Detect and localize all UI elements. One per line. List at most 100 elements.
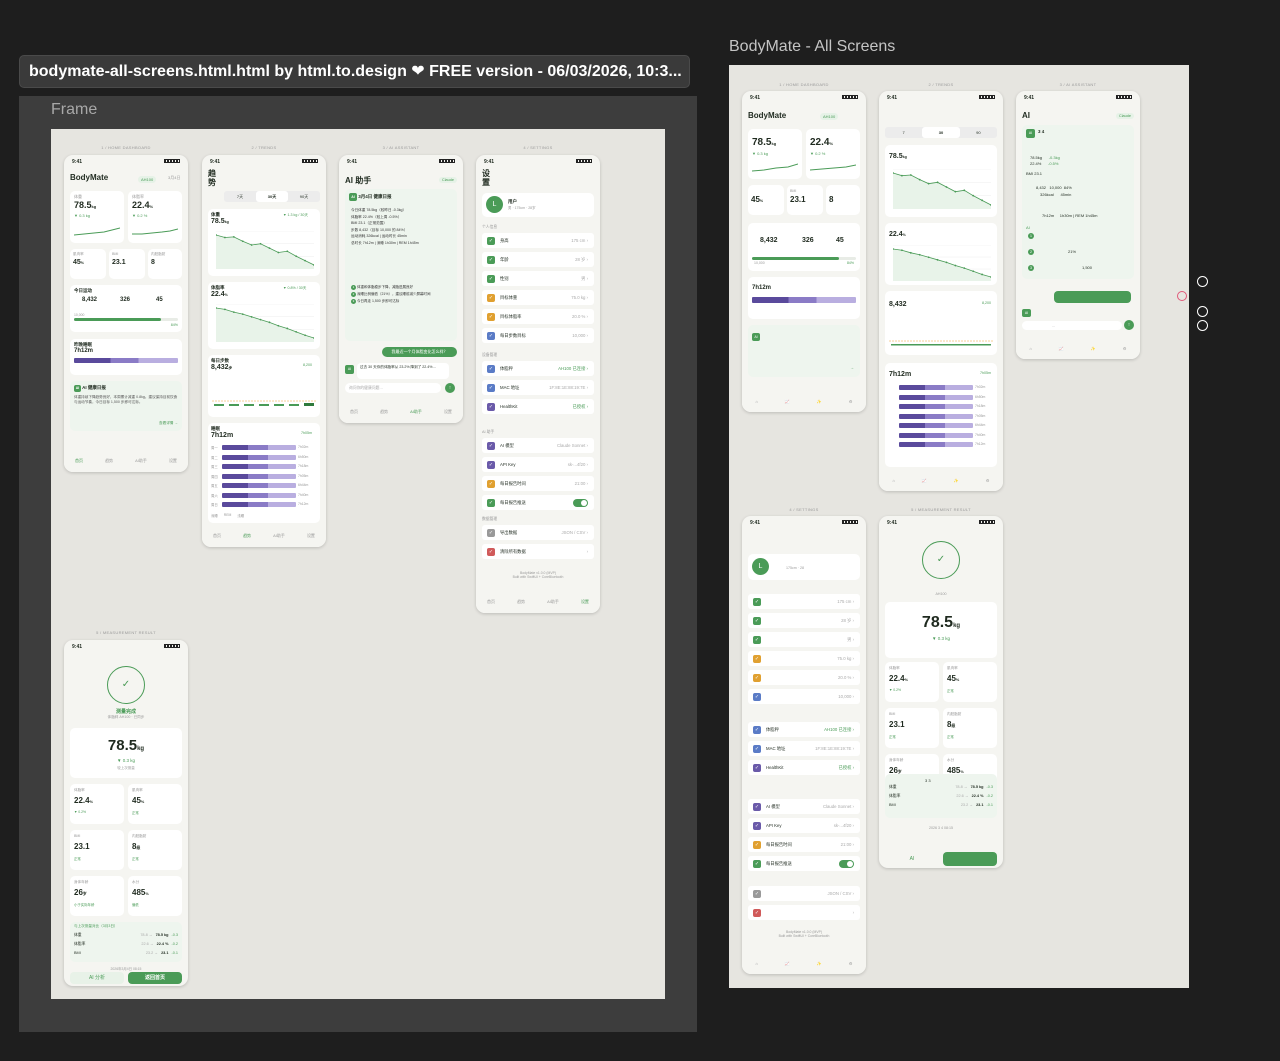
sleep-row-duration: 7h40m — [975, 432, 986, 437]
settings-row[interactable]: ✓ 28 岁 › — [748, 613, 860, 628]
device-badge[interactable]: AH100 — [138, 176, 157, 183]
artboard-phone-settings: 9:41 L 175cm · 28 ✓ 175 cm › ✓ 28 岁 › ✓ 男 › ✓ 75… — [742, 516, 866, 974]
tab-home[interactable]: 首页 — [75, 458, 83, 464]
settings-row[interactable]: ✓ JSON / CSV › — [748, 886, 860, 901]
settings-row[interactable]: ✓ 10,000 › — [748, 689, 860, 704]
settings-row[interactable]: ✓ 体脂秤 AH100 已连接 › — [482, 361, 594, 376]
setting-icon: ✓ — [753, 763, 761, 772]
settings-row[interactable]: ✓ HealthKit 已授权 › — [748, 760, 860, 775]
report-push-toggle[interactable] — [839, 859, 854, 868]
steps-trend-card[interactable]: 每日步数 8,432步 8,200 — [208, 355, 320, 417]
settings-row[interactable]: ✓ API Key sk-...4f20 › — [482, 457, 594, 472]
rotate-icon[interactable] — [1177, 291, 1187, 301]
setting-value: 175 cm › — [837, 599, 854, 604]
muscle-card[interactable]: 肌肉率 45% — [70, 249, 106, 279]
send-icon[interactable]: ↑ — [445, 383, 455, 393]
settings-row[interactable]: ✓ HealthKit 已授权 › — [482, 399, 594, 414]
range-30[interactable]: 30天 — [256, 191, 288, 202]
settings-row[interactable]: ✓ AI 模型 Claude Sonnet › — [482, 438, 594, 453]
ai-avatar-icon: AI — [345, 365, 354, 374]
ai-analysis-button[interactable]: AI 分析 — [70, 972, 124, 984]
fat-trend-card[interactable]: 体脂率 22.4% ▼ 0.8% / 30天 — [208, 282, 320, 349]
profile-card[interactable]: L 用户 男 · 175cm · 28岁 — [482, 193, 594, 217]
ai-report-link[interactable]: 查看详情 → — [159, 421, 178, 426]
settings-row[interactable]: ✓ 每日报告时间 21:00 › — [482, 476, 594, 491]
steps-value: 8,432 — [82, 297, 98, 303]
sleep-card[interactable]: 昨晚睡眠 7h12m — [70, 339, 182, 375]
handle-icon[interactable] — [1197, 306, 1208, 317]
settings-row[interactable]: ✓ MAC 地址 1F:8E:1E:88:19:7E › — [482, 380, 594, 395]
settings-row[interactable]: ✓ 每日步数目标 10,000 › — [482, 328, 594, 343]
frame-canvas[interactable]: 1 / HOME DASHBOARD 9:41 BodyMate AH100 3… — [51, 129, 665, 999]
sleep-row-bar — [222, 483, 296, 488]
settings-row[interactable]: ✓ MAC 地址 1F:8E:1E:88:19:7E › — [748, 741, 860, 756]
sleep-row-bar — [222, 445, 296, 450]
range-7[interactable]: 7天 — [224, 191, 256, 202]
battery-icon — [842, 520, 858, 524]
visceral-card[interactable]: 内脏脂肪 8 — [148, 249, 182, 279]
artboard-phone-ai: 9:41 AI Claude AI 3 4 78.5kg -0.3kg 22.4%… — [1016, 91, 1140, 359]
settings-row[interactable]: ✓ 目标体重 75.0 kg › — [482, 290, 594, 305]
settings-row[interactable]: ✓ 男 › — [748, 632, 860, 647]
settings-row[interactable]: ✓ 导出数据 JSON / CSV › — [482, 525, 594, 540]
plugin-title-bar: bodymate-all-screens.html.html by html.t… — [19, 55, 690, 88]
setting-value: AH100 已连接 › — [824, 726, 854, 732]
settings-row[interactable]: ✓ 体脂秤 AH100 已连接 › — [748, 722, 860, 737]
sleep-row-day: 周三 — [211, 465, 218, 469]
compare-row: 体重 78.8 → 78.5 kg -0.3 — [889, 785, 993, 789]
range-segmented[interactable]: 7天 30天 90天 — [224, 191, 320, 202]
artboard-canvas[interactable]: 1 / HOME DASHBOARD 9:41 BodyMate AH100 7… — [729, 65, 1189, 988]
weight-delta: ▼ 0.3 kg — [74, 213, 90, 218]
model-badge[interactable]: Claude — [438, 177, 457, 183]
settings-row[interactable]: ✓ 清除所有数据 › — [482, 544, 594, 559]
tab-settings[interactable]: 设置 — [169, 458, 177, 464]
settings-row[interactable]: ✓ › — [748, 905, 860, 920]
weight-trend-card[interactable]: 体重 78.5kg ▼ 1.3 kg / 30天 — [208, 209, 320, 276]
setting-value: Claude Sonnet › — [556, 443, 588, 448]
sleep-row-day: 周一 — [211, 446, 218, 450]
tab-trends[interactable]: 趋势 — [105, 458, 113, 464]
settings-row[interactable]: ✓ 年龄 28 岁 › — [482, 252, 594, 267]
activity-card[interactable]: 今日运动 8,432 326 45 10,000 84% — [70, 285, 182, 332]
settings-row[interactable]: ✓ 20.0 % › — [748, 670, 860, 685]
ai-avatar-icon: AI — [349, 193, 357, 201]
settings-row[interactable]: ✓ 身高 175 cm › — [482, 233, 594, 248]
setting-value: AH100 已连接 › — [558, 365, 588, 371]
sleep-row-duration: 7h05m — [298, 473, 309, 478]
settings-row[interactable]: ✓ 目标体脂率 20.0 % › — [482, 309, 594, 324]
handle-icon[interactable] — [1197, 276, 1208, 287]
settings-row[interactable]: ✓ 性别 男 › — [482, 271, 594, 286]
compare-row: BMI 23.2 → 23.1 -0.1 — [74, 951, 178, 955]
settings-row[interactable]: ✓ 175 cm › — [748, 594, 860, 609]
settings-row[interactable]: ✓ API Key sk-...4f20 › — [748, 818, 860, 833]
settings-row[interactable]: ✓ 每日报告时间 21:00 › — [748, 837, 860, 852]
metric-card: BMI 23.1 正常 — [885, 708, 939, 748]
weight-card[interactable]: 体重 78.5kg ▼ 0.3 kg — [70, 191, 124, 243]
setting-icon: ✓ — [753, 859, 761, 868]
sleep-row-bar — [899, 442, 973, 447]
status-time: 9:41 — [72, 159, 83, 165]
chat-input[interactable]: 询问你的健康问题… — [345, 383, 441, 393]
bmi-card[interactable]: BMI 23.1 — [109, 249, 145, 279]
report-push-toggle[interactable] — [573, 498, 588, 507]
sleep-row-bar — [899, 404, 973, 409]
back-home-button[interactable]: 返回首页 — [128, 972, 182, 984]
settings-row[interactable]: ✓ 75.0 kg › — [748, 651, 860, 666]
setting-label: 体脂秤 — [500, 365, 513, 371]
sleep-trend-card[interactable]: 睡眠 7h12m 7h05m 周一 7h02m 周二 6h50m 周三 7h18m 周四 7h… — [208, 423, 320, 523]
range-90[interactable]: 90天 — [288, 191, 320, 202]
artboard-label[interactable]: BodyMate - All Screens — [729, 38, 895, 56]
tab-bar: 首页 趋势 AI助手 设置 — [64, 450, 188, 472]
settings-row[interactable]: ✓ AI 模型 Claude Sonnet › — [748, 799, 860, 814]
frame-label[interactable]: Frame — [51, 101, 97, 119]
settings-row[interactable]: ✓ 每日报告推送 — [482, 495, 594, 510]
ai-report-card[interactable]: AI AI 健康日报 体重持续下降趋势良好，本周累计减重 0.8kg。建议保持目… — [70, 381, 182, 431]
sleep-row-bar — [899, 432, 973, 438]
settings-row[interactable]: ✓ 每日报告推送 — [748, 856, 860, 871]
activity-progress — [74, 318, 178, 321]
fat-card[interactable]: 体脂率 22.4% ▼ 0.2 % — [128, 191, 182, 243]
minutes-value: 45 — [156, 297, 163, 303]
tab-ai[interactable]: AI助手 — [135, 458, 147, 464]
handle-icon[interactable] — [1197, 320, 1208, 331]
metric-card: 肌肉率 45% 正常 — [943, 662, 997, 702]
